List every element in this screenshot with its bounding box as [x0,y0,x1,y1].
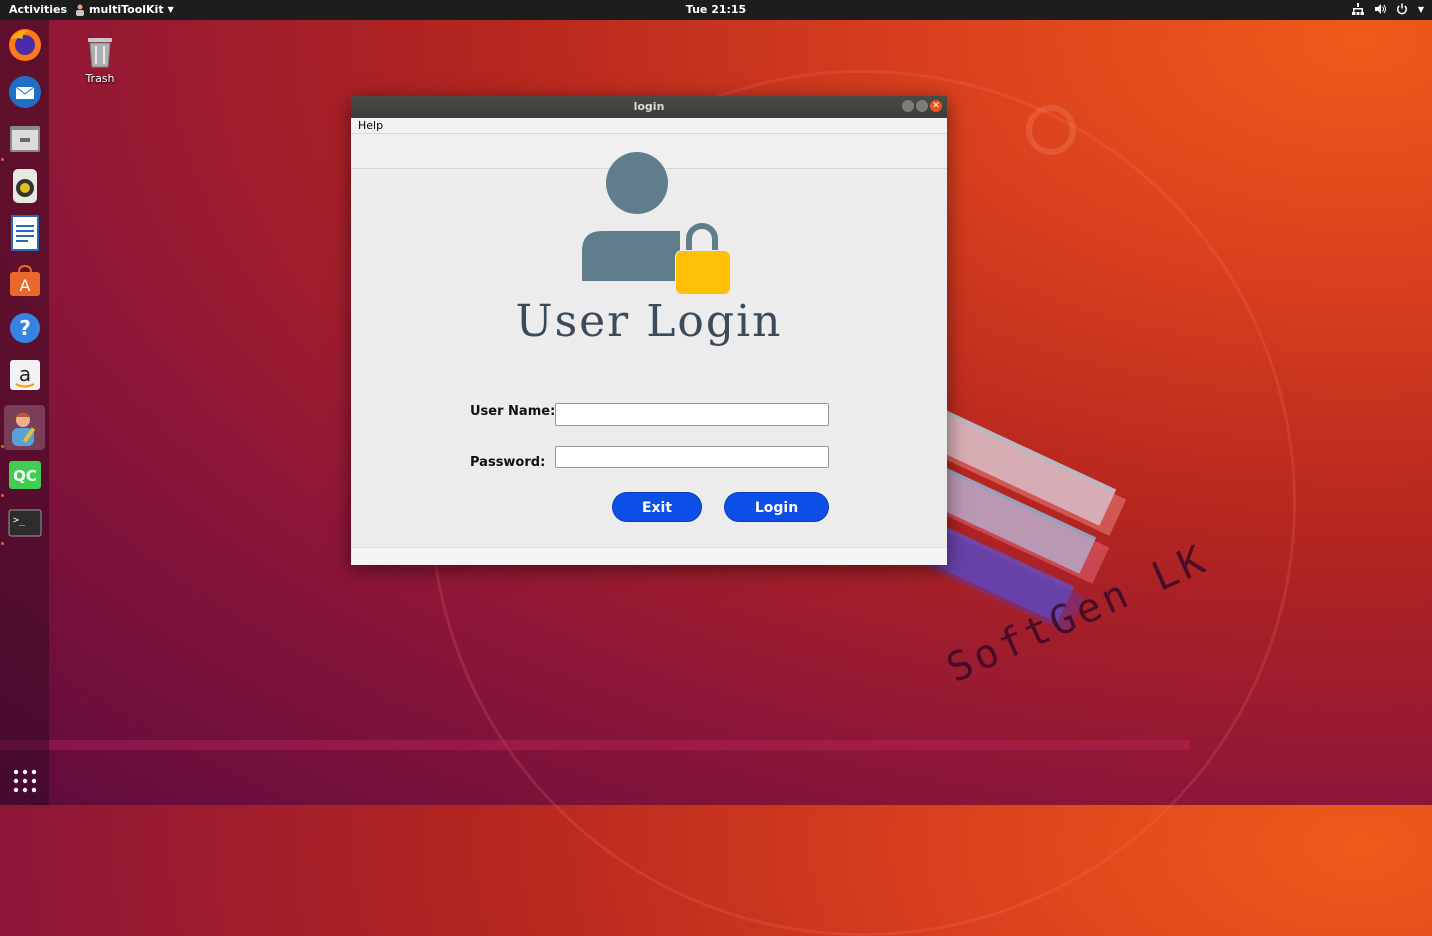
activities-button[interactable]: Activities [9,3,67,16]
svg-text:>_: >_ [13,515,26,526]
dock-amazon[interactable]: a [4,354,45,395]
trash-label: Trash [85,72,115,85]
dock-thunderbird[interactable] [4,71,45,112]
desktop-trash[interactable]: Trash [80,33,120,85]
show-applications-button[interactable] [4,760,45,801]
app-menu[interactable]: multiToolKit ▼ [75,3,174,16]
dock-help[interactable]: ? [4,307,45,348]
files-icon [9,125,40,152]
multitoolkit-icon [11,412,35,446]
login-window: login ✕ Help User Login User Name: Passw… [351,96,947,565]
wallpaper-ring [1026,105,1076,155]
menu-help[interactable]: Help [358,119,383,132]
exit-button[interactable]: Exit [612,492,702,522]
username-input[interactable] [556,404,828,426]
dock-terminal[interactable]: >_ [4,502,45,543]
password-label: Password: [470,455,546,470]
maximize-button[interactable] [916,100,928,112]
svg-text:QC: QC [13,467,37,485]
dock-qtcreator[interactable]: QC [4,454,45,495]
login-button[interactable]: Login [724,492,829,522]
page-title: User Login [515,296,783,347]
qtcreator-icon: QC [8,460,41,489]
top-bar: Activities multiToolKit ▼ Tue 21:15 ▼ [0,0,1432,20]
dock: A ? a QC >_ [0,20,49,805]
user-lock-icon [582,152,731,294]
thunderbird-icon [8,75,41,108]
dock-multitoolkit[interactable] [4,405,45,450]
window-title: login [633,100,665,113]
clock[interactable]: Tue 21:15 [686,3,746,16]
minimize-button[interactable] [902,100,914,112]
network-icon [1351,3,1364,15]
menu-bar: Help [351,118,947,134]
show-applications-icon [13,769,36,792]
status-bar [351,547,947,565]
password-field[interactable] [555,446,829,468]
system-tray[interactable]: ▼ [1351,3,1424,15]
help-icon: ? [9,312,40,343]
dock-files[interactable] [4,118,45,159]
software-icon: A [9,264,40,296]
password-input[interactable] [556,448,828,468]
chevron-down-icon: ▼ [1417,4,1424,14]
app-person-icon [76,4,84,16]
writer-icon [10,214,39,251]
chevron-down-icon: ▼ [167,5,174,14]
svg-text:A: A [19,276,30,295]
svg-text:a: a [18,362,30,386]
close-button[interactable]: ✕ [930,100,942,112]
rhythmbox-icon [12,168,37,203]
window-titlebar[interactable]: login ✕ [351,96,947,118]
wallpaper-swoosh [0,740,1190,750]
power-icon [1396,3,1407,15]
firefox-icon [8,28,41,61]
username-label: User Name: [470,404,556,419]
svg-text:?: ? [19,316,31,340]
dock-software[interactable]: A [4,260,45,301]
trash-icon [88,38,112,68]
volume-icon [1374,4,1386,14]
app-menu-label: multiToolKit [89,3,164,16]
username-field[interactable] [555,403,829,426]
dock-firefox[interactable] [4,24,45,65]
dock-rhythmbox[interactable] [4,165,45,206]
amazon-icon: a [9,359,40,390]
terminal-icon: >_ [8,509,41,536]
dock-writer[interactable] [4,212,45,253]
